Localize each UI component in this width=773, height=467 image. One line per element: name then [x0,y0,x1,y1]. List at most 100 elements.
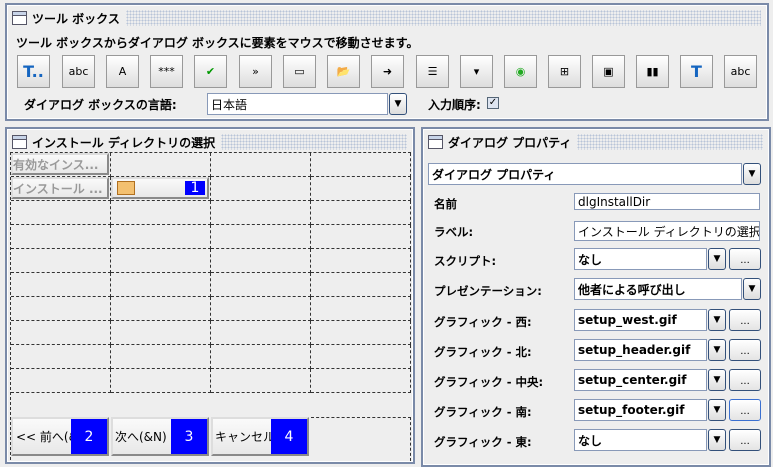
browse-more-button[interactable]: ... [729,429,761,451]
cancel-button-control[interactable]: キャンセル 4 [211,417,309,456]
tool-button[interactable]: A [106,55,139,88]
dropdown-arrow[interactable]: ▼ [708,429,726,451]
grid-cell[interactable] [211,297,311,321]
tool-button[interactable]: T.. [17,55,50,88]
tool-button[interactable]: T [680,55,713,88]
browse-more-button[interactable]: ... [729,369,761,391]
dialog-titlebar[interactable]: インストール ディレクトリの選択 [9,131,411,153]
grid-cell[interactable] [11,369,111,393]
tree-icon: ⊞ [559,65,570,78]
dropdown-arrow[interactable]: ▼ [708,399,726,421]
grid-cell[interactable] [111,273,211,297]
property-select[interactable]: setup_center.gif [574,369,707,391]
grid-cell[interactable] [111,369,211,393]
property-text-input[interactable]: インストール ディレクトリの選択 [574,221,760,241]
grid-cell[interactable] [111,345,211,369]
grid-cell[interactable] [211,225,311,249]
browse-more-button[interactable]: ... [729,248,761,270]
grid-cell[interactable] [211,177,311,201]
tool-button[interactable]: ▾ [460,55,493,88]
tool-button[interactable]: *** [150,55,183,88]
tool-button[interactable]: ◉ [504,55,537,88]
property-text-input[interactable]: dlgInstallDir [574,193,760,210]
tool-button[interactable]: ▣ [592,55,625,88]
tool-button[interactable]: ☰ [416,55,449,88]
property-select[interactable]: setup_west.gif [574,309,707,331]
grid-cell[interactable] [311,177,411,201]
property-select[interactable]: setup_header.gif [574,339,707,361]
grid-cell[interactable] [311,273,411,297]
language-dropdown-arrow[interactable]: ▼ [389,93,407,115]
grid-cell[interactable] [211,201,311,225]
grid-cell[interactable] [11,201,111,225]
grid-cell[interactable] [111,297,211,321]
property-select[interactable]: なし [574,248,707,270]
tab-order-badge: 2 [71,419,107,454]
grid-cell[interactable] [211,273,311,297]
tool-button[interactable]: abc [62,55,95,88]
grid-cell[interactable] [11,345,111,369]
tool-button[interactable]: » [239,55,272,88]
property-select[interactable]: setup_footer.gif [574,399,707,421]
install-dir-field-control[interactable]: インストール ... [11,177,109,199]
property-label: 名前 [434,197,457,211]
grid-cell[interactable] [211,249,311,273]
dropdown-arrow[interactable]: ▼ [708,369,726,391]
dropdown-arrow[interactable]: ▼ [743,278,761,300]
window-icon [428,135,443,149]
label-progress-icon: abc [730,65,751,78]
toolbox-titlebar[interactable]: ツール ボックス [9,7,765,29]
dropdown-arrow[interactable]: ▼ [708,339,726,361]
grid-cell[interactable] [311,153,411,177]
dropdown-arrow[interactable]: ▼ [708,309,726,331]
window-icon [12,135,27,149]
tool-button[interactable]: ➜ [371,55,404,88]
grid-cell[interactable] [211,369,311,393]
browse-button-control[interactable]: 1 [111,177,209,199]
tool-button[interactable]: ▮▮ [636,55,669,88]
property-label: ラベル: [434,225,474,239]
properties-titlebar[interactable]: ダイアログ プロパティ [425,131,767,153]
back-button-control[interactable]: << 前へ(&B) 2 [11,417,109,456]
grid-cell[interactable] [211,345,311,369]
grid-cell[interactable] [311,249,411,273]
tool-button[interactable]: ✔ [194,55,227,88]
properties-selector[interactable]: ダイアログ プロパティ [428,163,742,185]
grid-cell[interactable] [211,321,311,345]
property-select[interactable]: なし [574,429,707,451]
browse-more-button[interactable]: ... [729,399,761,421]
tool-button[interactable]: abc [724,55,757,88]
browse-more-button[interactable]: ... [729,339,761,361]
language-select[interactable]: 日本語 [207,93,388,115]
grid-cell[interactable] [11,249,111,273]
description-label-control[interactable]: 有効なインス... [11,153,109,175]
grid-cell[interactable] [311,225,411,249]
grid-cell[interactable] [11,297,111,321]
dropdown-arrow[interactable]: ▼ [708,248,726,270]
grid-cell[interactable] [111,321,211,345]
grid-cell[interactable] [11,273,111,297]
grid-cell[interactable] [211,153,311,177]
text-link-icon: T [691,62,702,81]
grid-cell[interactable] [311,417,411,461]
tool-button[interactable]: ▭ [283,55,316,88]
grid-cell[interactable] [311,369,411,393]
grid-cell[interactable] [311,345,411,369]
property-select[interactable]: 他者による呼び出し [574,278,742,300]
grid-cell[interactable] [311,321,411,345]
tab-order-checkbox[interactable]: ✓ [487,97,499,109]
grid-cell[interactable] [311,201,411,225]
tool-button[interactable]: ⊞ [548,55,581,88]
grid-cell[interactable] [111,201,211,225]
grid-cell[interactable] [11,225,111,249]
grid-cell[interactable] [311,297,411,321]
properties-selector-arrow[interactable]: ▼ [743,163,761,185]
grid-cell[interactable] [111,249,211,273]
next-button-control[interactable]: 次へ(&N) 3 [111,417,209,456]
grid-cell[interactable] [11,321,111,345]
browse-more-button[interactable]: ... [729,309,761,331]
tool-button[interactable]: 📂 [327,55,360,88]
text-tool-icon: T.. [23,62,44,81]
grid-cell[interactable] [111,225,211,249]
grid-cell[interactable] [111,153,211,177]
